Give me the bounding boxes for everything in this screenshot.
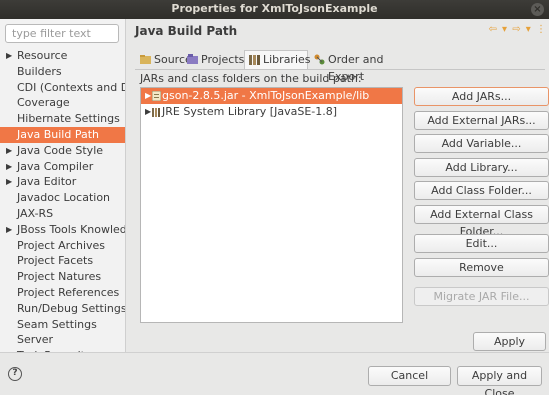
sidebar-item[interactable]: Server [0, 332, 125, 348]
sidebar-item[interactable]: ▶ Java Editor [0, 174, 125, 190]
sidebar-item-label: Java Code Style [17, 143, 104, 157]
libraries-icon [249, 55, 260, 65]
apply-button[interactable]: Apply [473, 332, 546, 351]
expand-arrow-icon[interactable]: ▶ [6, 174, 12, 190]
close-window-button[interactable]: × [531, 3, 544, 16]
sidebar-item-label: Project Facets [17, 254, 94, 268]
add-external-jars-button[interactable]: Add External JARs... [414, 111, 549, 130]
window-title: Properties for XmlToJsonExample [171, 2, 378, 15]
sidebar-item[interactable]: Project References [0, 285, 125, 301]
sidebar-item[interactable]: Builders [0, 64, 125, 80]
sidebar-item-label: Builders [17, 64, 62, 78]
cancel-button[interactable]: Cancel [368, 366, 451, 386]
help-icon[interactable]: ? [8, 367, 22, 381]
sidebar-item-label: CDI (Contexts and Dep [17, 80, 125, 94]
list-item-label: gson-2.8.5.jar - XmlToJsonExample/lib [162, 89, 370, 102]
sidebar-item[interactable]: Run/Debug Settings [0, 301, 126, 317]
sidebar-item-label: Java Compiler [17, 159, 94, 173]
add-external-class-folder-button[interactable]: Add External Class Folder... [414, 205, 549, 238]
remove-button[interactable]: Remove [414, 258, 549, 277]
apply-and-close-button[interactable]: Apply and Close [457, 366, 542, 395]
build-path-entries-list[interactable]: ▶ gson-2.8.5.jar - XmlToJsonExample/lib … [140, 87, 403, 323]
expand-arrow-icon[interactable]: ▶ [6, 48, 12, 64]
sidebar-item[interactable]: JAX-RS [0, 206, 125, 222]
sidebar-item[interactable]: Coverage [0, 95, 125, 111]
sidebar-item-label: Resource [17, 49, 68, 62]
libraries-caption: JARs and class folders on the build path… [140, 72, 362, 85]
sidebar-item-label: Run/Debug Settings [17, 301, 126, 315]
sidebar-item-label: JBoss Tools Knowledg [17, 222, 126, 236]
window-titlebar: Properties for XmlToJsonExample × [0, 0, 549, 19]
tab-order-and-export[interactable]: Order and Export [309, 50, 411, 83]
tab-label: Libraries [263, 53, 311, 66]
sidebar-item-label: Java Build Path [17, 127, 100, 141]
sidebar-item-label: Server [17, 333, 54, 347]
jar-icon [152, 91, 161, 101]
nav-arrows-icon[interactable]: ⇦ ▾ ⇨ ▾ ⋮ [488, 24, 547, 35]
tab-source[interactable]: Source [135, 50, 192, 69]
migrate-jar-button[interactable]: Migrate JAR File... [414, 287, 549, 306]
java-build-path-page: Java Build Path ⇦ ▾ ⇨ ▾ ⋮ Source Project… [127, 19, 549, 352]
sidebar-item[interactable]: Seam Settings [0, 317, 125, 333]
expand-arrow-icon[interactable]: ▶ [6, 222, 12, 238]
sidebar-item-label: Seam Settings [17, 317, 97, 331]
properties-sidebar: type filter text ▶ Resource Builders CDI (C… [0, 19, 126, 352]
tab-label: Projects [201, 53, 245, 66]
projects-icon [187, 54, 198, 64]
list-item-jre-system-library[interactable]: ▶ JRE System Library [JavaSE-1.8] [141, 104, 402, 120]
sidebar-item[interactable]: Hibernate Settings [0, 111, 125, 127]
list-item-gson-jar[interactable]: ▶ gson-2.8.5.jar - XmlToJsonExample/lib [141, 88, 402, 104]
dialog-button-bar: ? Cancel Apply and Close [0, 352, 549, 395]
expand-arrow-icon[interactable]: ▶ [6, 159, 12, 175]
library-icon [152, 108, 160, 117]
add-library-button[interactable]: Add Library... [414, 158, 549, 177]
sidebar-item-label: JAX-RS [17, 206, 54, 220]
expand-arrow-icon[interactable]: ▶ [145, 88, 151, 104]
sidebar-item[interactable]: Project Facets [0, 253, 125, 269]
sidebar-item[interactable]: CDI (Contexts and Dep [0, 80, 125, 96]
add-class-folder-button[interactable]: Add Class Folder... [414, 181, 549, 200]
navigation-arrows[interactable]: ⇦ ▾ ⇨ ▾ ⋮ [488, 24, 547, 35]
add-jars-button[interactable]: Add JARs... [414, 87, 549, 106]
sidebar-item-label: Hibernate Settings [17, 112, 120, 126]
sidebar-item[interactable]: Java Build Path [0, 126, 125, 143]
expand-arrow-icon[interactable]: ▶ [145, 104, 151, 120]
edit-button[interactable]: Edit... [414, 234, 549, 253]
tab-projects[interactable]: Projects [182, 50, 245, 69]
libraries-tab-content: JARs and class folders on the build path… [135, 69, 549, 331]
sidebar-item-label: Javadoc Location [17, 191, 111, 205]
sidebar-item-label: Project References [17, 285, 120, 299]
list-item-label: JRE System Library [JavaSE-1.8] [162, 105, 338, 118]
sidebar-item[interactable]: ▶ JBoss Tools Knowledg [0, 222, 126, 238]
sidebar-item[interactable]: Project Natures [0, 269, 125, 285]
sidebar-item[interactable]: ▶ Java Code Style [0, 143, 125, 159]
sidebar-item[interactable]: Javadoc Location [0, 190, 125, 206]
filter-input[interactable]: type filter text [5, 24, 119, 43]
add-variable-button[interactable]: Add Variable... [414, 134, 549, 153]
sidebar-item[interactable]: ▶ Resource [0, 48, 125, 64]
page-title: Java Build Path [135, 24, 238, 38]
sidebar-item-label: Project Natures [17, 270, 102, 284]
tab-libraries[interactable]: Libraries [244, 50, 311, 70]
sidebar-item-label: Coverage [17, 96, 70, 110]
sidebar-item[interactable]: Project Archives [0, 238, 125, 254]
order-export-icon [314, 54, 325, 65]
source-folder-icon [140, 55, 151, 64]
sidebar-item-label: Project Archives [17, 238, 106, 252]
property-page-tree: ▶ Resource Builders CDI (Contexts and Dep Co… [0, 48, 126, 352]
sidebar-item-label: Java Editor [17, 175, 77, 189]
expand-arrow-icon[interactable]: ▶ [6, 143, 12, 159]
sidebar-item[interactable]: ▶ Java Compiler [0, 159, 125, 175]
